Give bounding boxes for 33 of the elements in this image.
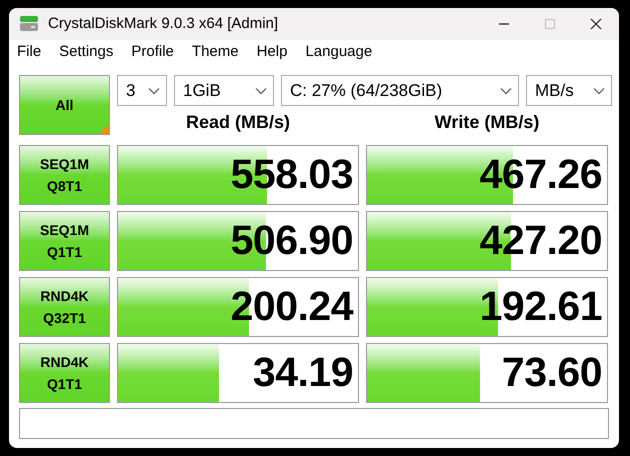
result-value: 558.03 [230, 150, 353, 200]
test-button[interactable]: RND4K Q32T1 [19, 277, 110, 337]
unit-dropdown[interactable]: MB/s [526, 75, 612, 106]
result-value: 34.19 [252, 348, 353, 398]
result-value: 506.90 [230, 216, 353, 266]
menu-item[interactable]: Language [305, 41, 372, 64]
all-button[interactable]: All [19, 75, 110, 135]
result-value: 200.24 [230, 282, 353, 332]
menu-item[interactable]: Help [256, 41, 288, 64]
result-value: 73.60 [502, 348, 602, 398]
chevron-down-icon [500, 86, 512, 94]
corner-marker-icon [99, 124, 109, 134]
chevron-down-icon [148, 86, 160, 94]
menu-item[interactable]: Profile [131, 41, 174, 64]
chevron-down-icon [593, 86, 605, 94]
disk-drive-icon [19, 14, 39, 34]
test-button[interactable]: SEQ1M Q1T1 [19, 211, 110, 271]
menu-item[interactable]: Theme [192, 41, 239, 64]
test-button[interactable]: RND4K Q1T1 [19, 343, 110, 403]
column-header: Write (MB/s) [434, 111, 540, 134]
window-title: CrystalDiskMark 9.0.3 x64 [Admin] [48, 14, 278, 34]
test-button[interactable]: SEQ1M Q8T1 [19, 145, 110, 205]
result-value: 427.20 [480, 216, 602, 266]
count-dropdown[interactable]: 3 [117, 75, 167, 106]
result-value: 192.61 [480, 282, 602, 332]
comment-field[interactable] [19, 408, 609, 439]
menu-item[interactable]: File [17, 41, 42, 64]
column-header: Read (MB/s) [184, 111, 291, 134]
drive-dropdown[interactable]: C: 27% (64/238GiB) [281, 75, 519, 106]
result-value: 467.26 [480, 150, 602, 200]
chevron-down-icon [255, 86, 267, 94]
menu-item[interactable]: Settings [59, 41, 114, 64]
size-dropdown[interactable]: 1GiB [174, 75, 274, 106]
